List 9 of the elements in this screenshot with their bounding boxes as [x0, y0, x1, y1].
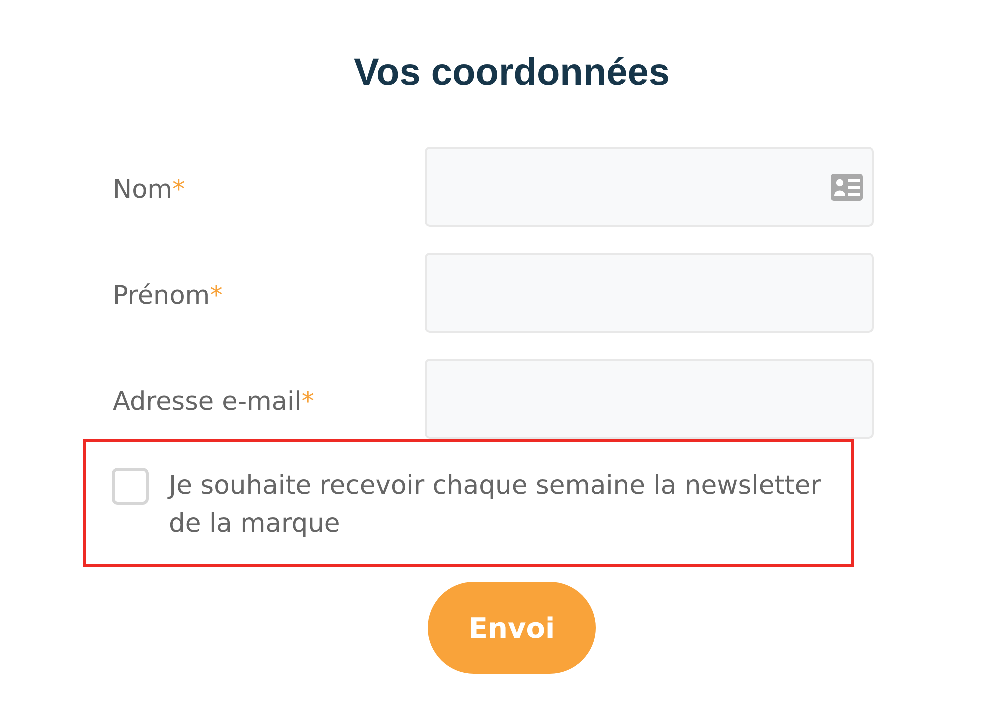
form-title: Vos coordonnées	[354, 51, 670, 96]
checkbox-label[interactable]: Je souhaite recevoir chaque semaine la newsletter de la marque	[169, 467, 831, 543]
field-label: Adresse e-mail*	[113, 386, 314, 417]
contact-card-icon[interactable]	[831, 174, 863, 200]
checkbox[interactable]	[112, 468, 149, 505]
field-label: Nom*	[113, 174, 186, 205]
text-field[interactable]	[425, 359, 874, 439]
field-label: Prénom*	[113, 280, 223, 311]
text-field[interactable]	[425, 147, 874, 227]
